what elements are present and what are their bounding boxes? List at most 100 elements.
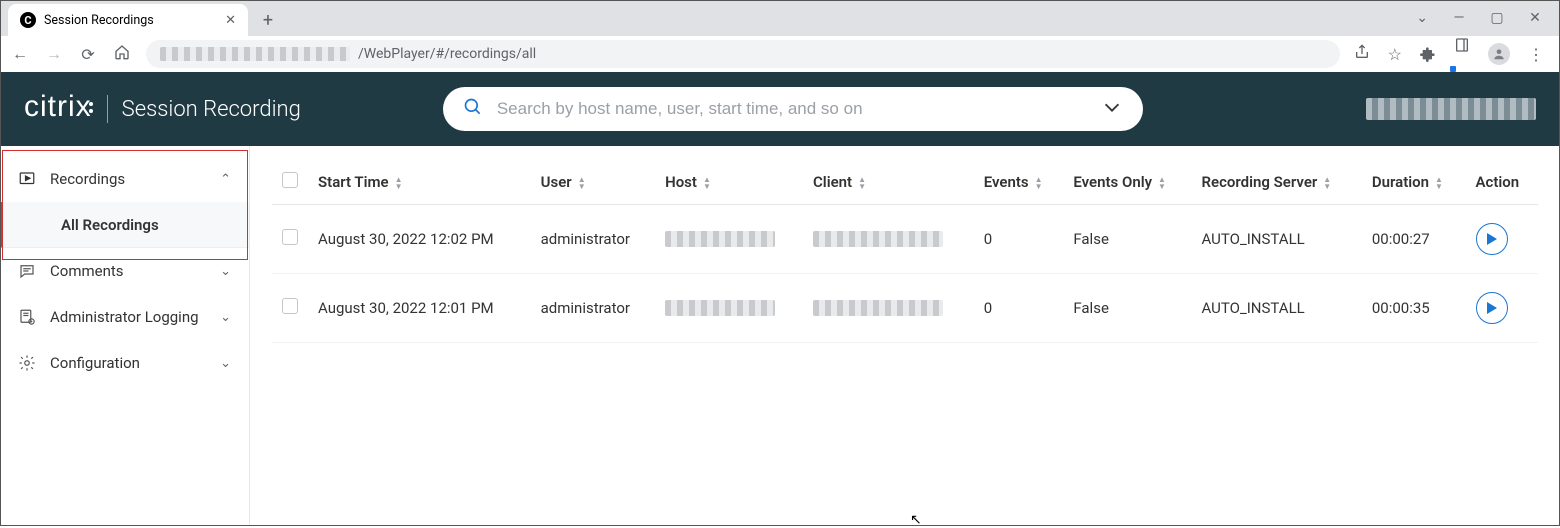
browser-tab[interactable]: C Session Recordings ✕ bbox=[8, 4, 248, 36]
cell-user: administrator bbox=[531, 205, 655, 274]
cell-start-time: August 30, 2022 12:02 PM bbox=[308, 205, 531, 274]
sort-icon: ▲▼ bbox=[395, 176, 403, 190]
search-bar[interactable] bbox=[443, 87, 1143, 131]
sidebar-item-label: Recordings bbox=[50, 170, 125, 188]
app-body: Recordings ⌃ All Recordings Comments ⌄ A… bbox=[0, 146, 1560, 526]
sidebar-subitem-all-recordings[interactable]: All Recordings bbox=[0, 202, 249, 248]
sidebar-item-recordings[interactable]: Recordings ⌃ bbox=[0, 156, 249, 202]
search-icon bbox=[463, 97, 483, 121]
cell-duration: 00:00:35 bbox=[1362, 274, 1466, 343]
search-input[interactable] bbox=[497, 99, 1087, 119]
sort-icon: ▲▼ bbox=[578, 176, 586, 190]
chevron-down-icon: ⌄ bbox=[220, 264, 231, 279]
profile-icon[interactable] bbox=[1488, 43, 1510, 65]
select-all-checkbox[interactable] bbox=[282, 172, 298, 188]
sidebar-subitem-label: All Recordings bbox=[61, 216, 159, 234]
reader-icon[interactable] bbox=[1454, 37, 1470, 72]
cell-duration: 00:00:27 bbox=[1362, 205, 1466, 274]
reload-icon[interactable]: ⟳ bbox=[78, 45, 98, 64]
sort-icon: ▲▼ bbox=[858, 176, 866, 190]
forward-icon[interactable]: → bbox=[44, 44, 64, 64]
col-host[interactable]: Host▲▼ bbox=[655, 160, 803, 205]
app-title: Session Recording bbox=[122, 97, 301, 122]
url-visible: /WebPlayer/#/recordings/all bbox=[358, 46, 536, 62]
sidebar-item-configuration[interactable]: Configuration ⌄ bbox=[0, 340, 249, 386]
cell-start-time: August 30, 2022 12:01 PM bbox=[308, 274, 531, 343]
sort-icon: ▲▼ bbox=[703, 176, 711, 190]
row-checkbox[interactable] bbox=[282, 298, 298, 314]
browser-chrome: C Session Recordings ✕ + ⌄ ― ▢ ✕ ← → ⟳ /… bbox=[0, 0, 1560, 72]
col-duration[interactable]: Duration▲▼ bbox=[1362, 160, 1466, 205]
divider bbox=[107, 95, 108, 123]
url-obscured bbox=[160, 47, 350, 61]
cell-action bbox=[1466, 274, 1539, 343]
cell-events-only: False bbox=[1063, 205, 1191, 274]
sidebar: Recordings ⌃ All Recordings Comments ⌄ A… bbox=[0, 146, 250, 526]
cell-events-only: False bbox=[1063, 274, 1191, 343]
col-events-only[interactable]: Events Only▲▼ bbox=[1063, 160, 1191, 205]
close-icon[interactable]: ✕ bbox=[225, 13, 236, 28]
col-recording-server[interactable]: Recording Server▲▼ bbox=[1192, 160, 1362, 205]
address-bar[interactable]: /WebPlayer/#/recordings/all bbox=[146, 40, 1340, 68]
tabs-dropdown-icon[interactable]: ⌄ bbox=[1416, 10, 1428, 26]
col-events[interactable]: Events▲▼ bbox=[974, 160, 1064, 205]
close-window-icon[interactable]: ✕ bbox=[1528, 10, 1542, 26]
recordings-table: Start Time▲▼ User▲▼ Host▲▼ Client▲▼ Even… bbox=[272, 160, 1538, 343]
new-tab-button[interactable]: + bbox=[254, 6, 282, 34]
cell-client bbox=[803, 205, 974, 274]
tab-favicon: C bbox=[20, 12, 36, 28]
col-user[interactable]: User▲▼ bbox=[531, 160, 655, 205]
sidebar-item-admin-logging[interactable]: Administrator Logging ⌄ bbox=[0, 294, 249, 340]
sort-icon: ▲▼ bbox=[1435, 176, 1443, 190]
tab-strip: C Session Recordings ✕ + ⌄ ― ▢ ✕ bbox=[0, 0, 1560, 36]
comment-icon bbox=[18, 262, 36, 280]
table-row[interactable]: August 30, 2022 12:01 PM administrator 0… bbox=[272, 274, 1538, 343]
citrix-logo: citrix bbox=[24, 90, 93, 128]
gear-icon bbox=[18, 354, 36, 372]
home-icon[interactable] bbox=[112, 44, 132, 64]
col-start-time[interactable]: Start Time▲▼ bbox=[308, 160, 531, 205]
row-checkbox[interactable] bbox=[282, 229, 298, 245]
tab-title: Session Recordings bbox=[44, 13, 154, 28]
cell-recording-server: AUTO_INSTALL bbox=[1192, 274, 1362, 343]
cell-events: 0 bbox=[974, 274, 1064, 343]
extensions-icon[interactable] bbox=[1420, 46, 1436, 62]
cell-host bbox=[655, 274, 803, 343]
obscured-value bbox=[665, 300, 775, 316]
kebab-menu-icon[interactable]: ⋮ bbox=[1528, 45, 1544, 64]
cell-events: 0 bbox=[974, 205, 1064, 274]
table-row[interactable]: August 30, 2022 12:02 PM administrator 0… bbox=[272, 205, 1538, 274]
obscured-value bbox=[813, 231, 943, 247]
maximize-icon[interactable]: ▢ bbox=[1490, 10, 1504, 26]
share-icon[interactable] bbox=[1354, 44, 1370, 64]
obscured-value bbox=[813, 300, 943, 316]
logo-block: citrix Session Recording bbox=[24, 90, 301, 128]
play-square-icon bbox=[18, 170, 36, 188]
cell-client bbox=[803, 274, 974, 343]
main-content: Start Time▲▼ User▲▼ Host▲▼ Client▲▼ Even… bbox=[250, 146, 1560, 526]
cell-action bbox=[1466, 205, 1539, 274]
app-header: citrix Session Recording bbox=[0, 72, 1560, 146]
sidebar-item-label: Configuration bbox=[50, 354, 140, 372]
sidebar-item-label: Administrator Logging bbox=[50, 308, 199, 326]
browser-toolbar: ← → ⟳ /WebPlayer/#/recordings/all ☆ bbox=[0, 36, 1560, 72]
chevron-down-icon[interactable] bbox=[1101, 96, 1123, 122]
chevron-down-icon: ⌄ bbox=[220, 310, 231, 325]
sort-icon: ▲▼ bbox=[1323, 176, 1331, 190]
chrome-right-icons: ☆ ⋮ bbox=[1354, 37, 1550, 72]
minimize-icon[interactable]: ― bbox=[1452, 10, 1466, 26]
back-icon[interactable]: ← bbox=[10, 44, 30, 64]
table-header-row: Start Time▲▼ User▲▼ Host▲▼ Client▲▼ Even… bbox=[272, 160, 1538, 205]
star-icon[interactable]: ☆ bbox=[1388, 45, 1402, 64]
play-button[interactable] bbox=[1476, 292, 1508, 324]
col-client[interactable]: Client▲▼ bbox=[803, 160, 974, 205]
sidebar-item-comments[interactable]: Comments ⌄ bbox=[0, 248, 249, 294]
cell-user: administrator bbox=[531, 274, 655, 343]
chevron-up-icon: ⌃ bbox=[220, 172, 231, 187]
sort-icon: ▲▼ bbox=[1035, 176, 1043, 190]
window-controls: ⌄ ― ▢ ✕ bbox=[1416, 0, 1560, 36]
col-action: Action bbox=[1466, 160, 1539, 205]
play-button[interactable] bbox=[1476, 223, 1508, 255]
cell-recording-server: AUTO_INSTALL bbox=[1192, 205, 1362, 274]
user-info-obscured bbox=[1366, 98, 1536, 120]
